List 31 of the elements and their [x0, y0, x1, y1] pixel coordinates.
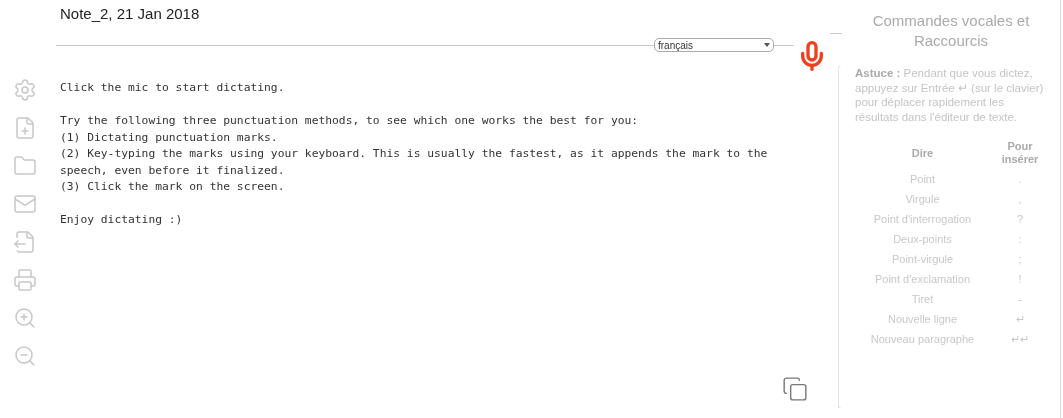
- settings-icon[interactable]: [13, 78, 37, 102]
- editor-text-line: speech, even before it finalized.: [60, 162, 286, 179]
- copy-icon[interactable]: [782, 376, 808, 402]
- command-symbol: ↵: [1014, 313, 1026, 326]
- editor-text-line: (1) Dictating punctuation marks.: [60, 129, 279, 146]
- language-select[interactable]: français: [654, 38, 774, 52]
- command-symbol: ,: [1017, 193, 1023, 206]
- command-symbol: !: [1017, 273, 1023, 286]
- zoom-out-icon[interactable]: [13, 344, 37, 368]
- editor-text-line: Click the mic to start dictating.: [60, 80, 286, 96]
- command-symbol: .: [1017, 173, 1023, 186]
- print-icon[interactable]: [13, 268, 37, 292]
- note-title: Note_2, 21 Jan 2018: [60, 3, 200, 24]
- command-symbol: ;: [1017, 253, 1023, 266]
- panel-title: Commandes vocales et Raccourcis: [871, 11, 1031, 51]
- new-document-icon[interactable]: [13, 116, 37, 140]
- editor-text-line: Try the following three punctuation methods, to see which one works the best for you:: [60, 113, 640, 129]
- command-symbol: :: [1017, 233, 1023, 246]
- command-symbol: ?: [1015, 213, 1025, 226]
- folder-icon[interactable]: [13, 154, 37, 178]
- command-symbol: -: [1017, 293, 1023, 306]
- caret-icon: [764, 43, 770, 47]
- zoom-in-icon[interactable]: [13, 306, 37, 330]
- mail-icon[interactable]: [13, 192, 37, 216]
- editor-text-line: (2) Key-typing the marks using your keyboard. This is usually the fastest, as it appends the mark to the: [60, 146, 769, 162]
- editor-text-line: (3) Click the mark on the screen.: [60, 179, 286, 195]
- column-header: Dire: [910, 146, 935, 160]
- command-symbol: ↵↵: [1010, 333, 1030, 346]
- column-header: Pour insérer: [1000, 140, 1040, 166]
- editor-text-line: Enjoy dictating :): [60, 212, 184, 228]
- export-icon[interactable]: [13, 230, 37, 254]
